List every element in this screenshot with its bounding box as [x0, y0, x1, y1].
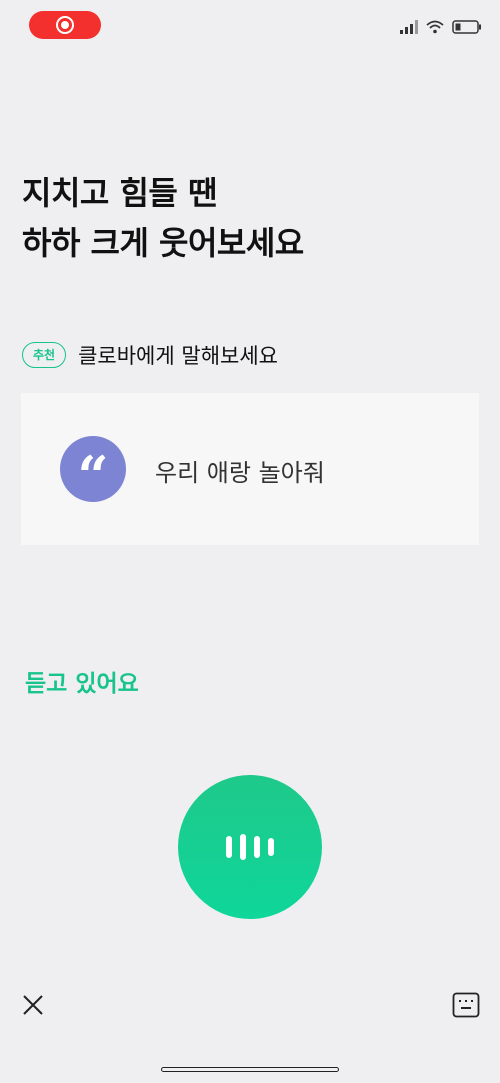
keyboard-button[interactable]	[452, 992, 480, 1018]
battery-icon	[452, 20, 481, 34]
close-button[interactable]	[20, 992, 46, 1018]
page-headline: 지치고 힘들 땐 하하 크게 웃어보세요	[22, 168, 304, 268]
screen-record-indicator[interactable]	[29, 11, 101, 39]
suggestion-card[interactable]: “ 우리 애랑 놀아줘	[21, 393, 479, 545]
status-icons	[400, 20, 482, 34]
headline-line-1: 지치고 힘들 땐	[22, 174, 217, 212]
close-icon	[23, 995, 43, 1015]
suggestion-text: 우리 애랑 놀아줘	[155, 459, 325, 487]
signal-icon	[400, 20, 418, 34]
recommend-row: 추천 클로바에게 말해보세요	[22, 340, 278, 370]
listening-status: 듣고 있어요	[25, 671, 139, 697]
recommend-badge: 추천	[22, 342, 67, 368]
recommend-text: 클로바에게 말해보세요	[78, 344, 278, 368]
keyboard-icon	[452, 992, 480, 1018]
quote-icon: “	[60, 436, 126, 503]
wifi-icon	[426, 20, 444, 34]
status-bar	[0, 0, 500, 48]
record-icon	[56, 16, 74, 34]
home-indicator[interactable]	[161, 1067, 339, 1072]
headline-line-2: 하하 크게 웃어보세요	[22, 224, 304, 262]
voice-input-button[interactable]	[178, 775, 322, 919]
voice-wave-icon	[226, 836, 232, 858]
